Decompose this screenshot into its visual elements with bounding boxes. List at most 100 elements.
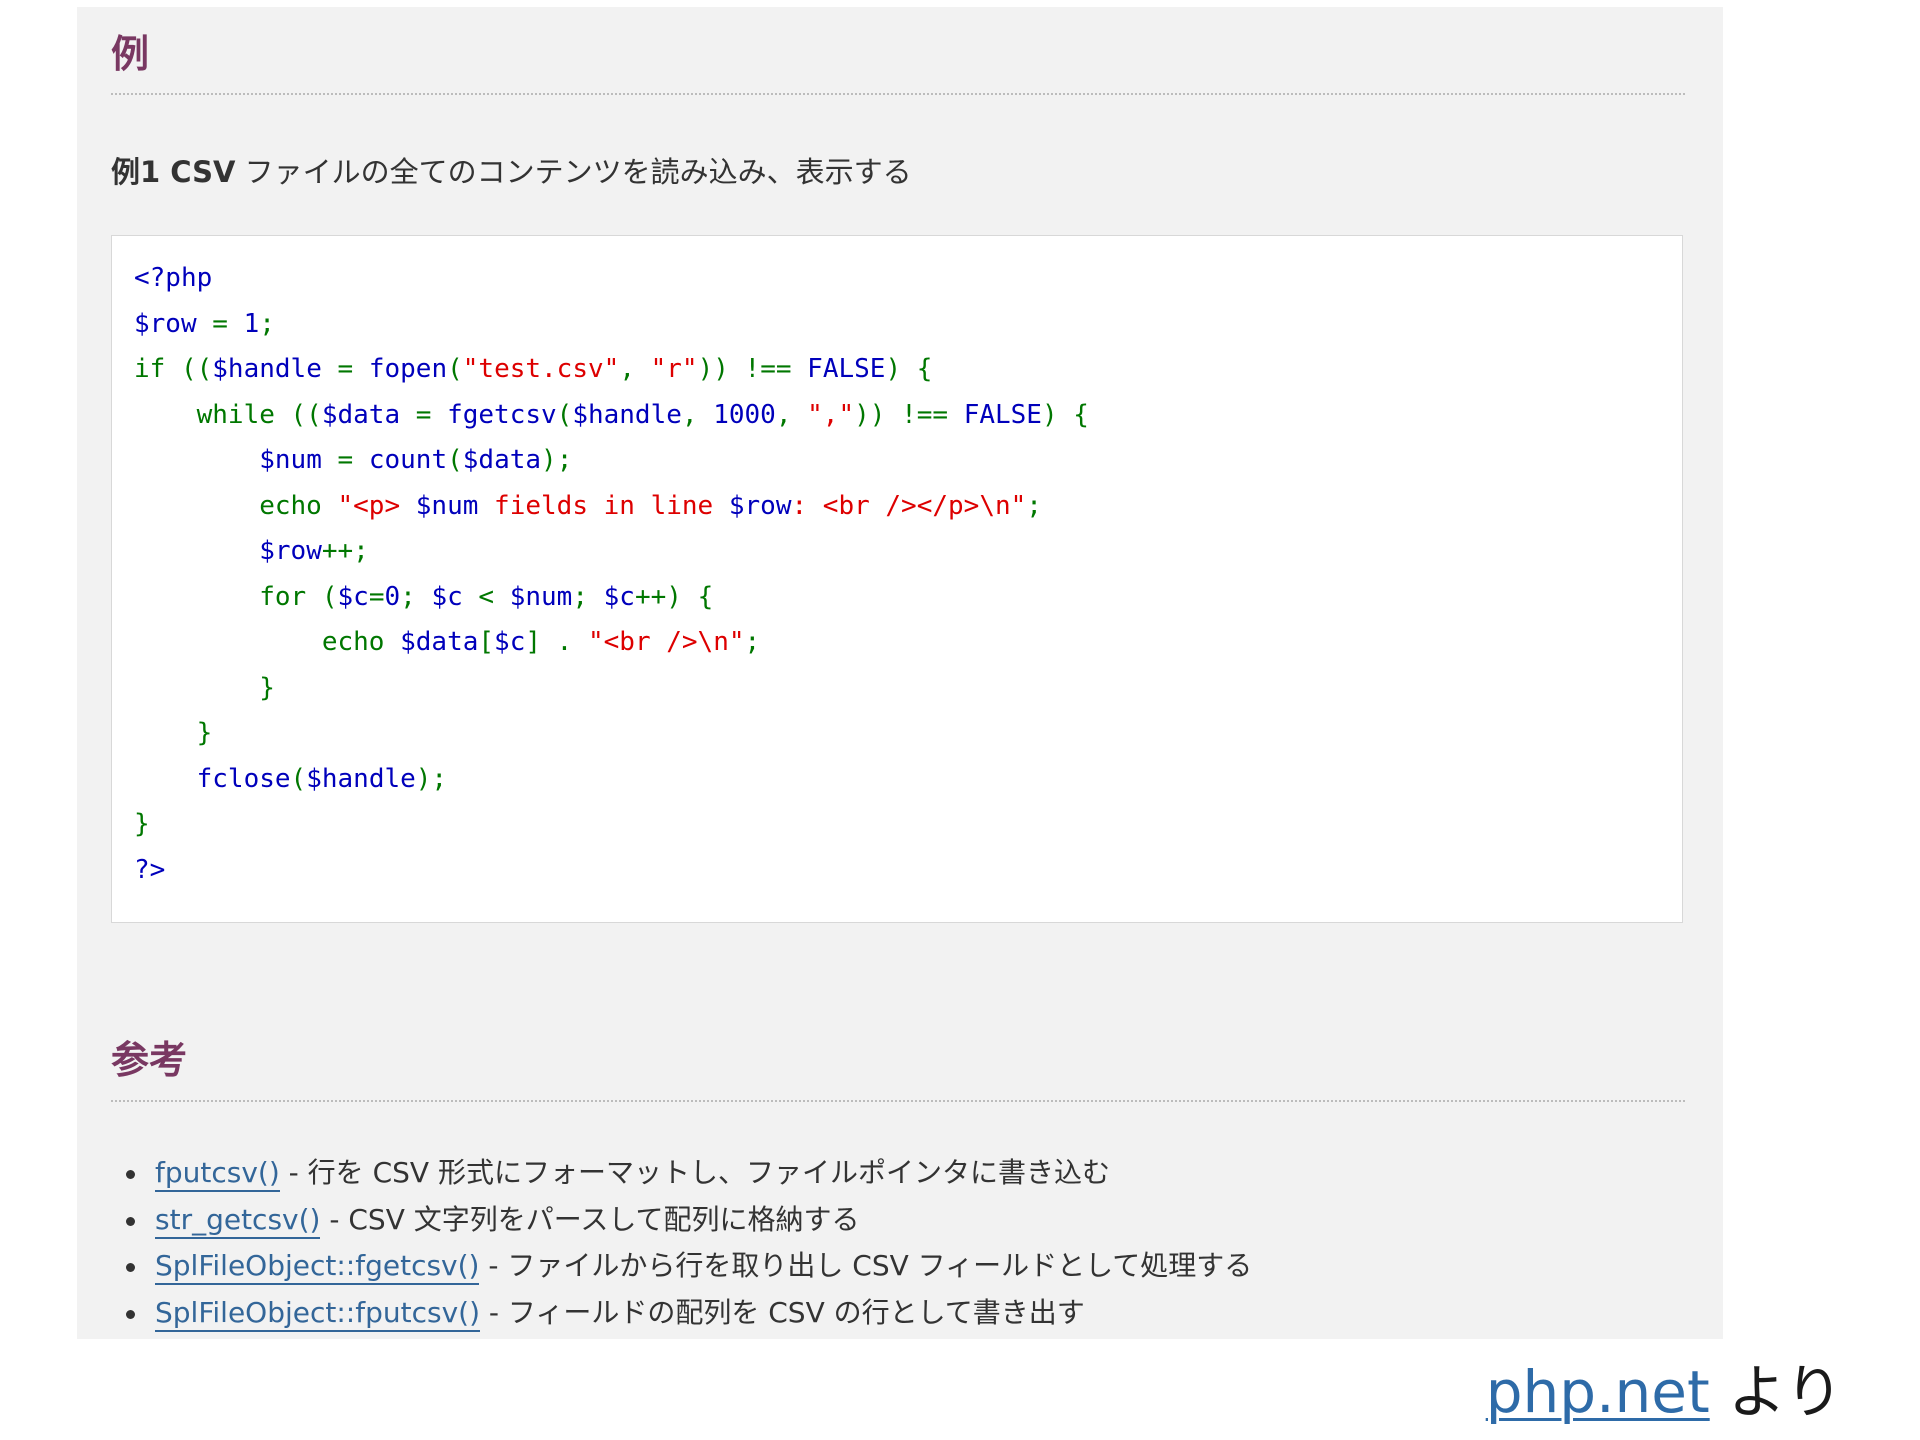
code-token: for ( [134, 581, 338, 612]
code-token: ; [744, 627, 761, 657]
examples-heading: 例 [111, 32, 150, 76]
code-line: while (($data = fgetcsv($handle, 1000, "… [134, 393, 1682, 439]
code-token: ) { [885, 354, 933, 384]
code-line: <?php [134, 256, 1682, 302]
code-line: if (($handle = fopen("test.csv", "r")) !… [134, 347, 1682, 393]
seealso-divider [111, 1100, 1685, 1102]
code-token: ; [572, 581, 604, 612]
code-token: ( [447, 354, 463, 384]
code-token: , [775, 399, 808, 430]
code-token: FALSE [807, 354, 886, 384]
code-token: ; [259, 308, 275, 339]
code-token: = [212, 308, 244, 339]
code-token: $data [462, 445, 542, 475]
seealso-description: - CSV 文字列をパースして配列に格納する [320, 1202, 860, 1236]
code-token: $c [337, 581, 369, 612]
code-token: ( [290, 763, 307, 794]
seealso-description: - フィールドの配列を CSV の行として書き出す [480, 1295, 1085, 1329]
code-token: } [134, 718, 213, 748]
code-token: $c [603, 581, 635, 612]
code-line: } [134, 666, 1682, 712]
code-line: } [134, 711, 1682, 757]
seealso-list: fputcsv() - 行を CSV 形式にフォーマットし、ファイルポインタに書… [111, 1150, 1252, 1336]
code-token: $num [415, 490, 479, 521]
code-token: = [337, 445, 369, 475]
seealso-link[interactable]: str_getcsv() [155, 1202, 321, 1239]
code-token: ] . [525, 627, 588, 657]
seealso-heading: 参考 [111, 1038, 188, 1082]
example-title-prefix: 例1 [111, 155, 161, 189]
code-token: if (( [134, 354, 213, 384]
code-line: for ($c=0; $c < $num; $c++) { [134, 575, 1682, 621]
seealso-item: SplFileObject::fputcsv() - フィールドの配列を CSV… [126, 1290, 1252, 1337]
bullet-icon [126, 1216, 135, 1226]
code-token: <?php [134, 263, 213, 293]
seealso-item: fputcsv() - 行を CSV 形式にフォーマットし、ファイルポインタに書… [126, 1150, 1252, 1197]
code-token: = [337, 354, 369, 384]
code-token: fields in line [478, 490, 729, 521]
code-token: = [415, 399, 448, 430]
code-token: $c [494, 627, 526, 657]
code-token: ++; [321, 536, 369, 566]
code-token: = [368, 581, 385, 612]
source-credit: php.net より [1486, 1358, 1843, 1428]
code-token: fgetcsv [447, 399, 557, 430]
code-token: , [619, 354, 651, 384]
code-token: "<p> [337, 490, 416, 521]
code-token: ( [556, 399, 573, 430]
code-token: while (( [134, 399, 322, 430]
doc-panel: 例 例1 CSV ファイルの全てのコンテンツを読み込み、表示する <?php $r… [77, 7, 1723, 1339]
code-token: ) { [1041, 399, 1089, 430]
code-line: $row++; [134, 529, 1682, 575]
code-token: 1 [243, 308, 260, 339]
code-line: fclose($handle); [134, 757, 1682, 803]
code-token: : <br /></p>\n" [791, 490, 1027, 521]
code-token: $data [400, 627, 479, 657]
code-token: [ [478, 627, 495, 657]
code-token: $c [431, 581, 479, 612]
code-token: "r" [650, 354, 698, 384]
code-line: ?> [134, 848, 1682, 894]
code-token: $handle [572, 399, 682, 430]
code-line: $row = 1; [134, 302, 1682, 348]
seealso-link[interactable]: SplFileObject::fgetcsv() [155, 1249, 480, 1285]
code-token: $num [509, 581, 573, 612]
code-token: $row [728, 490, 792, 521]
code-token: 0 [384, 581, 401, 612]
code-line: echo $data[$c] . "<br />\n"; [134, 620, 1682, 666]
code-token: "," [807, 399, 855, 430]
seealso-item: SplFileObject::fgetcsv() - ファイルから行を取り出し … [126, 1243, 1253, 1290]
code-token: ); [541, 445, 573, 475]
code-token: , [681, 399, 714, 430]
code-token: $row [134, 308, 213, 339]
code-token: } [134, 809, 150, 839]
example-title-text: ファイルの全てのコンテンツを読み込み、表示する [235, 155, 912, 189]
code-token: ; [400, 581, 432, 612]
seealso-link[interactable]: SplFileObject::fputcsv() [155, 1295, 480, 1332]
code-token: )) !== [697, 354, 808, 384]
code-line: echo "<p> $num fields in line $row: <br … [134, 484, 1682, 530]
code-token: 1000 [713, 399, 776, 430]
source-link[interactable]: php.net [1486, 1358, 1710, 1426]
code-token: $handle [212, 354, 338, 384]
heading-divider [111, 93, 1685, 95]
seealso-description: - 行を CSV 形式にフォーマットし、ファイルポインタに書き込む [279, 1156, 1110, 1189]
code-token: echo [134, 490, 338, 521]
code-token: $handle [306, 763, 416, 794]
code-token: $data [321, 399, 416, 430]
code-token: ( [447, 445, 463, 475]
source-suffix: より [1709, 1358, 1843, 1426]
code-token: )) !== [854, 399, 964, 430]
code-token: ); [415, 763, 448, 794]
example-title-bold: CSV [160, 155, 236, 189]
seealso-link[interactable]: fputcsv() [155, 1156, 280, 1192]
seealso-description: - ファイルから行を取り出し CSV フィールドとして処理する [479, 1249, 1253, 1282]
code-line: } [134, 802, 1682, 848]
code-token: $row [259, 536, 322, 566]
code-token: "<br />\n" [587, 627, 745, 657]
code-token: fopen [368, 354, 448, 384]
code-token: "test.csv" [462, 354, 620, 384]
